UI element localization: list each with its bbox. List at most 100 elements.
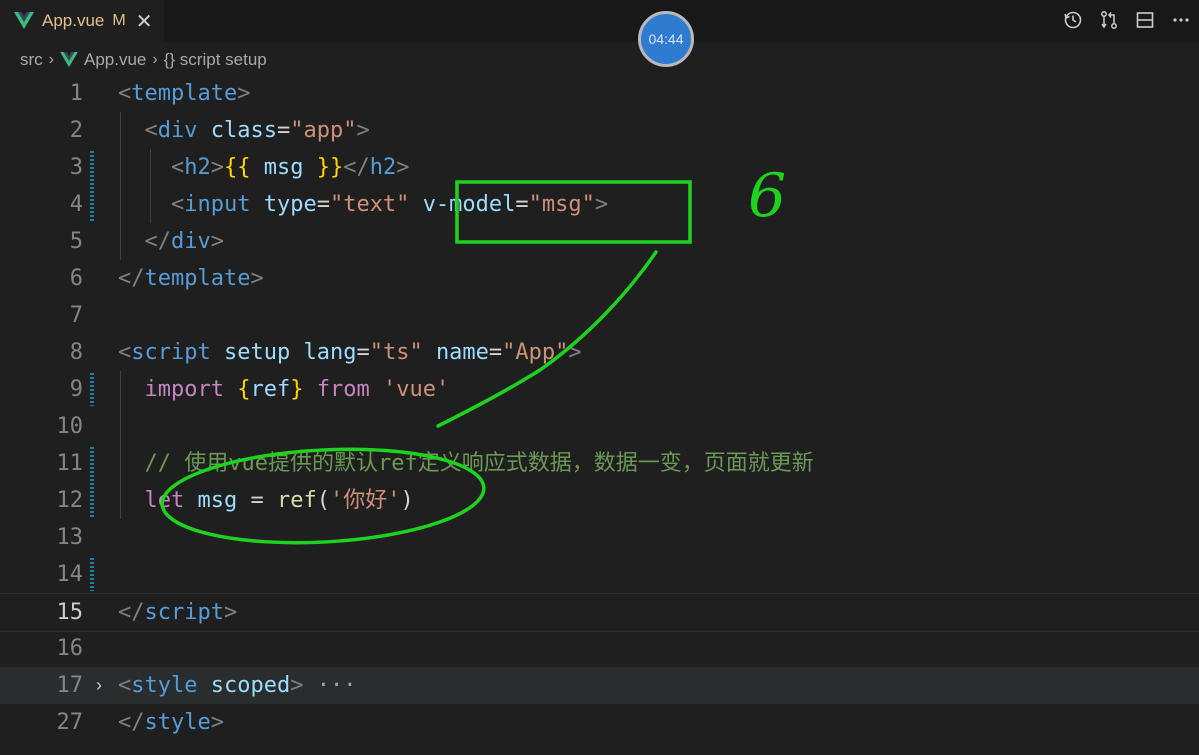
history-icon[interactable] bbox=[1061, 6, 1085, 34]
line-number: 12 bbox=[56, 488, 84, 513]
code-token: > bbox=[290, 673, 304, 698]
code-text[interactable]: </script> bbox=[118, 594, 237, 631]
code-token: > bbox=[210, 710, 224, 735]
code-line-12[interactable]: 12 let msg = ref('你好') bbox=[0, 482, 1199, 519]
code-text[interactable]: </template> bbox=[118, 260, 264, 297]
line-number: 11 bbox=[56, 451, 84, 476]
modified-line-marker bbox=[90, 373, 94, 406]
code-line-3[interactable]: 3 <h2>{{ msg }}</h2> bbox=[0, 149, 1199, 186]
code-line-15[interactable]: 15 </script> bbox=[0, 593, 1199, 632]
chevron-right-icon: › bbox=[152, 51, 158, 68]
compare-changes-icon[interactable] bbox=[1097, 6, 1121, 34]
code-token: "ts" bbox=[369, 340, 423, 365]
code-line-5[interactable]: 5 </div> bbox=[0, 223, 1199, 260]
code-token: > bbox=[356, 118, 370, 143]
line-number: 3 bbox=[69, 155, 83, 180]
code-token: template bbox=[144, 266, 251, 291]
line-number: 1 bbox=[69, 81, 83, 106]
split-editor-icon[interactable] bbox=[1133, 6, 1157, 34]
line-number: 7 bbox=[69, 303, 83, 328]
modified-line-marker bbox=[90, 151, 94, 221]
code-line-17[interactable]: 17 <style scoped> ··· › bbox=[0, 667, 1199, 704]
code-token: script bbox=[131, 340, 211, 365]
indent-guide bbox=[120, 371, 121, 519]
code-text[interactable]: let msg = ref('你好') bbox=[118, 482, 414, 519]
code-token: < bbox=[170, 192, 185, 217]
code-line-7[interactable]: 7 bbox=[0, 297, 1199, 334]
tab-app-vue[interactable]: App.vue M ✕ bbox=[0, 0, 164, 42]
code-text[interactable]: <style scoped> ··· bbox=[118, 667, 356, 704]
code-token: "App" bbox=[502, 340, 569, 365]
close-icon[interactable]: ✕ bbox=[136, 9, 153, 34]
line-number: 15 bbox=[56, 600, 84, 625]
recording-timer: 04:44 bbox=[638, 11, 694, 67]
code-line-8[interactable]: 8 <script setup lang="ts" name="App"> bbox=[0, 334, 1199, 371]
code-token: ( bbox=[316, 488, 330, 513]
code-line-14[interactable]: 14 bbox=[0, 556, 1199, 593]
code-text[interactable]: <template> bbox=[118, 75, 250, 112]
code-line-9[interactable]: 9 import {ref} from 'vue' bbox=[0, 371, 1199, 408]
code-text[interactable]: <input type="text" v-model="msg"> bbox=[118, 186, 608, 223]
code-text[interactable]: import {ref} from 'vue' bbox=[118, 371, 450, 408]
line-number: 5 bbox=[69, 229, 83, 254]
indent-guide bbox=[150, 149, 151, 223]
breadcrumb-symbol[interactable]: {} script setup bbox=[164, 50, 267, 70]
code-line-1[interactable]: 1 <template> bbox=[0, 75, 1199, 112]
more-actions-icon[interactable] bbox=[1169, 6, 1193, 34]
line-number: 2 bbox=[69, 118, 83, 143]
tab-bar: App.vue M ✕ 04:44 bbox=[0, 0, 1199, 67]
code-text[interactable]: </div> bbox=[118, 223, 225, 260]
line-number: 10 bbox=[56, 414, 84, 439]
code-text[interactable]: <div class="app"> bbox=[118, 112, 370, 149]
code-token: > bbox=[594, 192, 609, 217]
code-line-16[interactable]: 16 bbox=[0, 630, 1199, 667]
line-number: 9 bbox=[69, 377, 83, 402]
code-text[interactable]: // 使用vue提供的默认ref定义响应式数据，数据一变，页面就更新 bbox=[118, 445, 814, 482]
code-line-2[interactable]: 2 <div class="app"> bbox=[0, 112, 1199, 149]
code-token: ref bbox=[277, 488, 317, 513]
code-token: = bbox=[488, 340, 503, 365]
code-token: < bbox=[144, 118, 158, 143]
code-text[interactable]: <script setup lang="ts" name="App"> bbox=[118, 334, 582, 371]
code-text[interactable]: </style> bbox=[118, 704, 224, 741]
code-token: from bbox=[316, 377, 370, 402]
code-line-10[interactable]: 10 bbox=[0, 408, 1199, 445]
code-line-6[interactable]: 6 </template> bbox=[0, 260, 1199, 297]
code-token: > bbox=[223, 600, 238, 625]
code-token: script bbox=[144, 600, 224, 625]
indent-guide bbox=[120, 112, 121, 260]
code-line-11[interactable]: 11 // 使用vue提供的默认ref定义响应式数据，数据一变，页面就更新 bbox=[0, 445, 1199, 482]
code-token: }} bbox=[316, 155, 344, 180]
code-line-13[interactable]: 13 bbox=[0, 519, 1199, 556]
code-editor[interactable]: 1 <template> 2 <div class="app"> 3 <h2>{{ m… bbox=[0, 75, 1199, 755]
code-text[interactable]: <h2>{{ msg }}</h2> bbox=[118, 149, 410, 186]
editor-actions bbox=[1061, 6, 1193, 34]
code-token: class bbox=[210, 118, 277, 143]
code-token: </ bbox=[118, 600, 145, 625]
code-line-4[interactable]: 4 <input type="text" v-model="msg"> bbox=[0, 186, 1199, 223]
code-token: "msg" bbox=[528, 192, 595, 217]
breadcrumb-file[interactable]: App.vue bbox=[84, 50, 146, 70]
code-line-27[interactable]: 27 </style> bbox=[0, 704, 1199, 741]
code-token: '你好' bbox=[330, 488, 401, 513]
code-token: "text" bbox=[329, 192, 410, 217]
code-token: = bbox=[276, 118, 291, 143]
code-token: </ bbox=[118, 266, 145, 291]
code-token: style bbox=[131, 673, 198, 698]
breadcrumb-src[interactable]: src bbox=[20, 50, 43, 70]
line-number: 6 bbox=[69, 266, 83, 291]
vue-logo-icon bbox=[60, 52, 78, 68]
fold-chevron-icon[interactable]: › bbox=[96, 667, 102, 704]
code-token: template bbox=[131, 81, 238, 106]
